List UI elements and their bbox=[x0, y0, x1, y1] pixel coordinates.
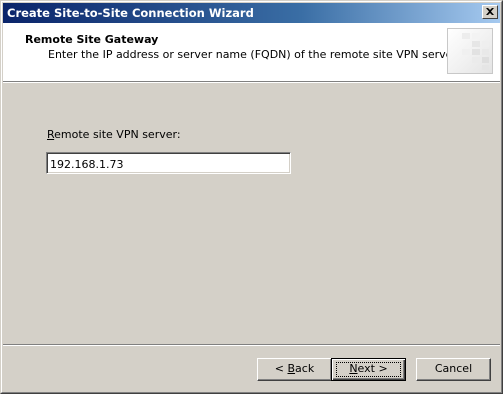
back-button[interactable]: < Back bbox=[257, 358, 332, 381]
next-button[interactable]: Next > bbox=[331, 358, 406, 381]
back-button-arrow: < bbox=[274, 362, 288, 375]
wizard-banner-icon bbox=[447, 28, 493, 74]
wizard-header: Remote Site Gateway Enter the IP address… bbox=[3, 23, 500, 81]
window-title: Create Site-to-Site Connection Wizard bbox=[7, 6, 254, 20]
header-divider-highlight bbox=[3, 82, 500, 83]
wizard-window: Create Site-to-Site Connection Wizard Re… bbox=[0, 0, 503, 394]
back-button-label: ack bbox=[295, 362, 315, 375]
back-button-accelerator: B bbox=[287, 362, 296, 375]
footer-divider-highlight bbox=[3, 345, 500, 346]
page-title: Remote Site Gateway bbox=[25, 33, 159, 46]
vpn-server-input[interactable] bbox=[46, 152, 291, 174]
vpn-server-label: Remote site VPN server: bbox=[47, 128, 181, 141]
title-bar[interactable]: Create Site-to-Site Connection Wizard bbox=[3, 3, 500, 23]
page-description: Enter the IP address or server name (FQD… bbox=[48, 48, 460, 61]
cancel-button-label: Cancel bbox=[434, 362, 473, 375]
cancel-button[interactable]: Cancel bbox=[416, 358, 491, 381]
close-button[interactable] bbox=[482, 5, 498, 19]
close-icon bbox=[486, 8, 494, 15]
focus-rectangle bbox=[336, 362, 401, 377]
vpn-server-label-text: emote site VPN server: bbox=[54, 128, 181, 141]
